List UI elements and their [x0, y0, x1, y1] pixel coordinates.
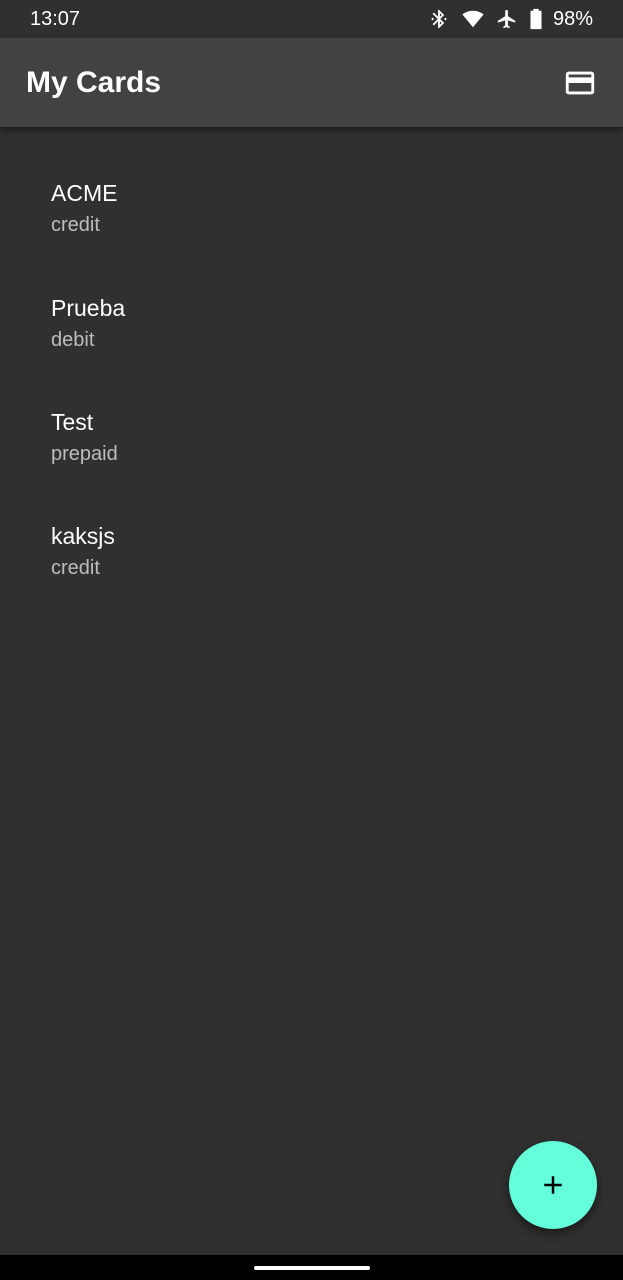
screen: 13:07 98% My Cards ACME credit Prueba de… [0, 0, 623, 1280]
status-time: 13:07 [30, 7, 81, 30]
wifi-icon [461, 7, 485, 31]
page-title: My Cards [26, 65, 162, 99]
status-icons: 98% [427, 7, 593, 31]
battery-percent: 98% [552, 7, 593, 30]
credit-card-button[interactable] [559, 62, 601, 104]
card-name: kaksjs [51, 523, 115, 549]
card-type: credit [51, 214, 100, 236]
app-bar: My Cards [0, 38, 623, 127]
add-card-button[interactable] [509, 1141, 597, 1229]
card-type: debit [51, 329, 95, 351]
home-gesture-handle[interactable] [253, 1265, 370, 1270]
card-name: Test [51, 409, 94, 435]
credit-card-icon [563, 66, 597, 100]
card-name: Prueba [51, 295, 126, 321]
card-list: ACME credit Prueba debit Test prepaid ka… [0, 127, 623, 636]
list-item[interactable]: ACME credit [0, 127, 623, 294]
airplane-mode-icon [495, 7, 519, 31]
list-item[interactable]: kaksjs credit [0, 522, 623, 636]
card-type: prepaid [51, 443, 118, 465]
card-name: ACME [51, 180, 118, 206]
list-item[interactable]: Prueba debit [0, 294, 623, 408]
navigation-bar [0, 1255, 623, 1280]
plus-icon [538, 1170, 568, 1200]
list-item[interactable]: Test prepaid [0, 408, 623, 522]
bluetooth-icon [427, 7, 451, 31]
card-type: credit [51, 557, 100, 579]
battery-icon [529, 7, 543, 31]
status-bar: 13:07 98% [0, 0, 623, 38]
